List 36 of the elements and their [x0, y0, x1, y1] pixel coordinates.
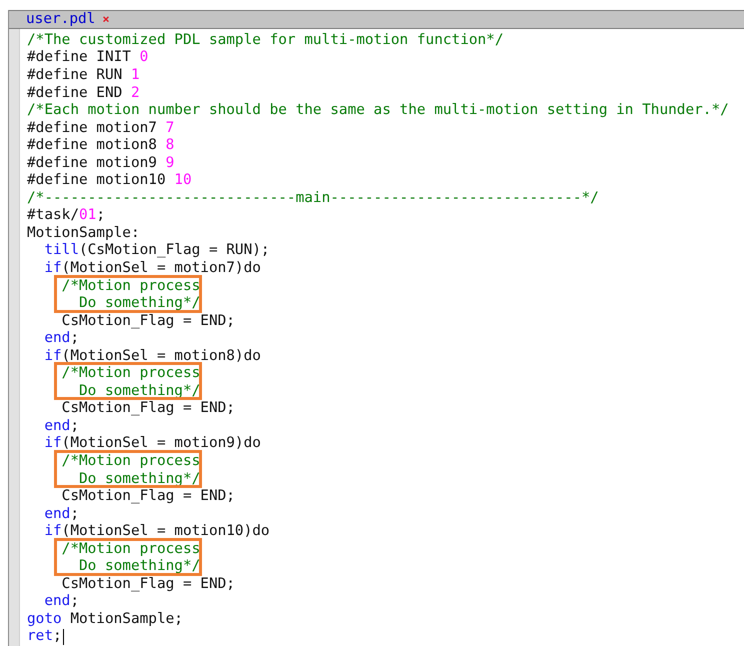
code-line: #task/01; — [27, 207, 105, 225]
code-line: end; — [43, 418, 79, 436]
code-line: end; — [43, 593, 79, 611]
code-line: #define motion8 8 — [27, 137, 174, 155]
code-line: till(CsMotion_Flag = RUN); — [43, 242, 270, 260]
file-tab[interactable]: user.pdl × — [26, 11, 110, 28]
code-line: if(MotionSel = motion8)do — [43, 348, 261, 366]
code-line: /*Motion process — [60, 278, 200, 296]
code-line: #define RUN 1 — [27, 66, 140, 85]
code-line: CsMotion_Flag = END; — [60, 312, 235, 330]
code-line: if(MotionSel = motion10)do — [43, 523, 270, 541]
code-line: ret; — [27, 628, 62, 646]
code-line: #define END 2 — [27, 84, 140, 102]
code-line: /*Motion process — [60, 452, 200, 471]
code-line: #define INIT 0 — [27, 49, 148, 67]
code-line: #define motion10 10 — [27, 172, 192, 190]
code-line: /*Each motion number should be the same as the multi-motion setting in Thunder.*/ — [27, 102, 729, 120]
code-line: #define motion7 7 — [27, 120, 174, 138]
code-line: /*-----------------------------main-----------------------------*/ — [27, 190, 599, 208]
code-line: goto MotionSample; — [27, 610, 183, 628]
code-line: Do something*/ — [78, 558, 200, 576]
code-line: /*Motion process — [60, 540, 200, 558]
code-line: Do something*/ — [78, 382, 200, 400]
code-line: if(MotionSel = motion7)do — [43, 260, 261, 278]
code-line: Do something*/ — [78, 470, 200, 488]
code-line: /*Motion process — [60, 365, 200, 383]
code-line: /*The customized PDL sample for multi-motion function*/ — [27, 32, 504, 50]
code-line: CsMotion_Flag = END; — [60, 400, 235, 418]
code-line: CsMotion_Flag = END; — [60, 576, 235, 594]
code-line: if(MotionSel = motion9)do — [43, 435, 261, 453]
code-line: MotionSample: — [27, 224, 140, 242]
code-line: #define motion9 9 — [27, 154, 174, 172]
code-line: CsMotion_Flag = END; — [60, 488, 235, 506]
code-line: end; — [43, 506, 79, 524]
code-line: end; — [43, 330, 79, 348]
code-line: Do something*/ — [78, 295, 200, 313]
